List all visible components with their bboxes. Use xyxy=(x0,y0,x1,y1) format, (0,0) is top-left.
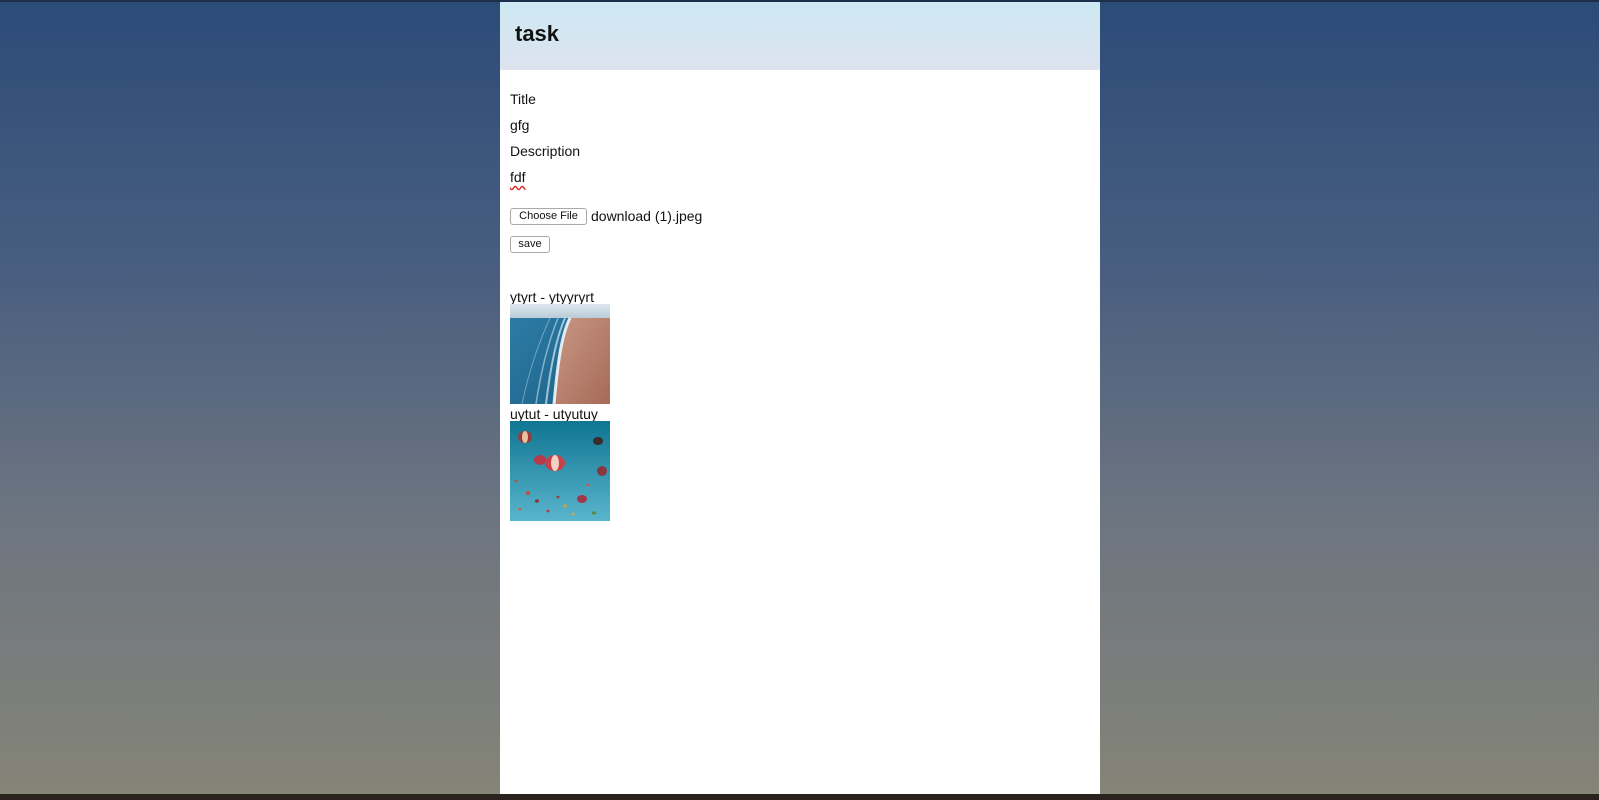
task-item-label: uytut - utyutuy xyxy=(510,406,598,422)
app-panel: task Title Description fdf Choose File d… xyxy=(500,2,1100,794)
hot-air-balloons-image xyxy=(510,421,610,521)
description-value[interactable]: fdf xyxy=(510,169,526,185)
description-label: Description xyxy=(510,143,581,159)
page-title: task xyxy=(515,21,560,46)
save-button[interactable]: save xyxy=(510,236,550,253)
app-header: task xyxy=(500,2,1100,70)
title-label: Title xyxy=(510,91,536,107)
title-field-wrapper xyxy=(510,117,810,134)
title-input[interactable] xyxy=(510,117,810,133)
selected-file-name: download (1).jpeg xyxy=(591,208,703,224)
screen-bottom-edge xyxy=(0,794,1599,800)
description-field[interactable]: fdf xyxy=(510,169,526,186)
choose-file-button[interactable]: Choose File xyxy=(510,208,587,225)
task-item-label: ytyrt - ytyyryrt xyxy=(510,289,594,305)
beach-aerial-image xyxy=(510,304,610,404)
